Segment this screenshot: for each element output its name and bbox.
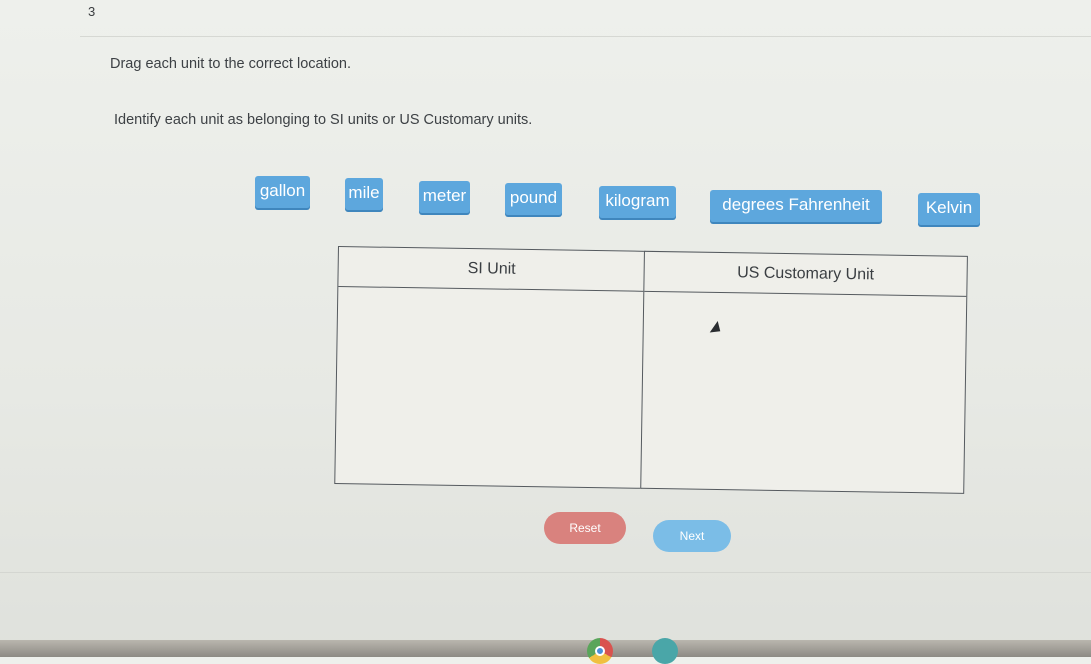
unit-chip-meter[interactable]: meter [419, 181, 470, 213]
taskbar [0, 640, 1091, 657]
instruction-text: Drag each unit to the correct location. [110, 56, 351, 72]
chrome-icon[interactable] [587, 638, 613, 664]
instruction-text-detail: Identify each unit as belonging to SI un… [114, 112, 533, 128]
unit-chip-kelvin[interactable]: Kelvin [918, 193, 980, 225]
unit-chip-gallon[interactable]: gallon [255, 176, 310, 208]
sorting-table: SI Unit US Customary Unit [334, 246, 972, 514]
divider [80, 36, 1091, 37]
unit-chip-kilogram[interactable]: kilogram [599, 186, 676, 218]
us-customary-column: US Customary Unit [640, 250, 968, 494]
unit-chip-pound[interactable]: pound [505, 183, 562, 215]
next-button[interactable]: Next [653, 520, 731, 552]
us-customary-drop-zone[interactable] [641, 292, 966, 493]
us-customary-header: US Customary Unit [644, 251, 967, 297]
si-unit-header: SI Unit [338, 247, 645, 292]
files-icon[interactable] [652, 638, 678, 664]
unit-chip-degrees-fahrenheit[interactable]: degrees Fahrenheit [710, 190, 882, 222]
footer-divider [0, 572, 1091, 573]
unit-chip-mile[interactable]: mile [345, 178, 383, 210]
reset-button[interactable]: Reset [544, 512, 626, 544]
question-number: 3 [88, 4, 96, 19]
si-unit-drop-zone[interactable] [335, 287, 644, 488]
si-unit-column: SI Unit [334, 246, 646, 489]
